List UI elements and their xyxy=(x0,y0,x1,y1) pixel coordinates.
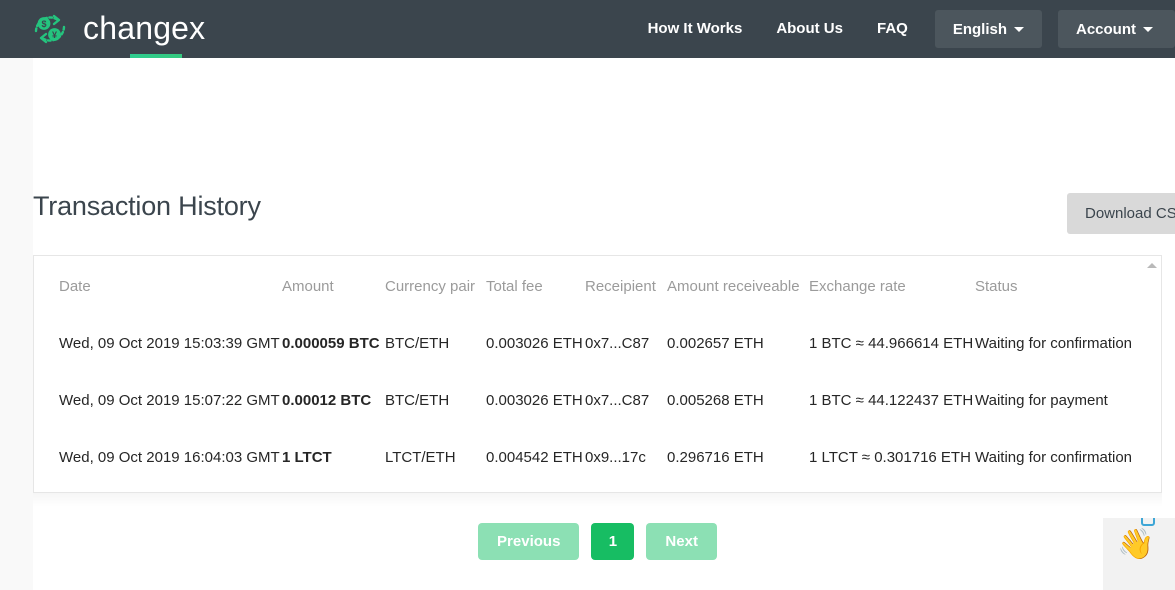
pagination-previous-button[interactable]: Previous xyxy=(478,523,580,560)
chevron-up-icon[interactable] xyxy=(1146,259,1158,271)
page-title: Transaction History xyxy=(33,191,261,221)
cell-date: Wed, 09 Oct 2019 16:04:03 GMT xyxy=(59,449,280,466)
account-menu-label: Account xyxy=(1076,20,1136,38)
cell-amount: 1 LTCT xyxy=(282,449,332,466)
table-row[interactable]: Wed, 09 Oct 2019 15:03:39 GMT 0.000059 B… xyxy=(34,315,1161,372)
nav-link-faq[interactable]: FAQ xyxy=(860,0,925,58)
chat-widget-launcher[interactable]: 👋 xyxy=(1103,518,1175,590)
cell-exchange-rate: 1 LTCT ≈ 0.301716 ETH xyxy=(809,449,971,466)
currency-exchange-circular-arrows-icon: $ ¥ xyxy=(28,7,72,51)
cell-status: Waiting for confirmation xyxy=(975,449,1133,466)
nav-links-group: How It Works About Us FAQ English Accoun… xyxy=(631,0,1175,58)
table-body: Wed, 09 Oct 2019 15:03:39 GMT 0.000059 B… xyxy=(34,315,1161,486)
column-header-currency-pair[interactable]: Currency pair xyxy=(385,256,486,315)
page-left-gutter xyxy=(0,58,33,590)
cell-total-fee: 0.004542 ETH xyxy=(486,449,583,466)
pagination-page-1-button[interactable]: 1 xyxy=(591,523,635,560)
cell-recipient: 0x9...17c xyxy=(585,449,646,466)
cell-currency-pair: BTC/ETH xyxy=(385,392,450,409)
cell-amount: 0.00012 BTC xyxy=(282,392,372,409)
cell-exchange-rate: 1 BTC ≈ 44.966614 ETH xyxy=(809,335,974,352)
table-header: Date Amount Currency pair Total fee Rece… xyxy=(34,256,1161,315)
cell-recipient: 0x7...C87 xyxy=(585,392,650,409)
cell-currency-pair: BTC/ETH xyxy=(385,335,450,352)
cell-currency-pair: LTCT/ETH xyxy=(385,449,456,466)
chevron-down-icon xyxy=(1143,26,1153,32)
card-bottom-shadow xyxy=(33,493,1162,507)
cell-status: Waiting for payment xyxy=(975,392,1108,409)
header-accent-bar xyxy=(130,54,182,58)
cell-status: Waiting for confirmation xyxy=(975,335,1133,352)
cell-amount: 0.000059 BTC xyxy=(282,335,380,352)
pagination: Previous 1 Next xyxy=(33,523,1162,560)
pagination-next-button[interactable]: Next xyxy=(646,523,717,560)
cell-amount-receivable: 0.005268 ETH xyxy=(667,392,764,409)
brand-logo[interactable]: $ ¥ changex xyxy=(28,7,205,51)
cell-date: Wed, 09 Oct 2019 15:03:39 GMT xyxy=(59,335,280,352)
cell-amount-receivable: 0.002657 ETH xyxy=(667,335,764,352)
table-row[interactable]: Wed, 09 Oct 2019 16:04:03 GMT 1 LTCT LTC… xyxy=(34,429,1161,486)
language-selector-label: English xyxy=(952,20,1007,38)
account-menu-button[interactable]: Account xyxy=(1058,10,1175,48)
chevron-down-icon xyxy=(1014,26,1024,32)
cell-exchange-rate: 1 BTC ≈ 44.122437 ETH xyxy=(809,392,974,409)
page-header-row: Transaction History Download CSV xyxy=(33,191,1175,247)
column-header-recipient[interactable]: Receipient xyxy=(585,256,667,315)
column-header-amount[interactable]: Amount xyxy=(282,256,385,315)
chat-bubble-icon xyxy=(1141,518,1155,526)
cell-total-fee: 0.003026 ETH xyxy=(486,335,583,352)
column-header-amount-receivable[interactable]: Amount receiveable xyxy=(667,256,809,315)
svg-text:¥: ¥ xyxy=(52,30,57,40)
download-csv-button[interactable]: Download CSV xyxy=(1067,193,1175,234)
table-header-row: Date Amount Currency pair Total fee Rece… xyxy=(34,256,1161,315)
cell-amount-receivable: 0.296716 ETH xyxy=(667,449,764,466)
page-content: Transaction History Download CSV Date Am… xyxy=(0,58,1175,590)
top-navigation-bar: $ ¥ changex How It Works About Us FAQ En… xyxy=(0,0,1175,58)
svg-text:$: $ xyxy=(41,19,46,29)
nav-link-how-it-works[interactable]: How It Works xyxy=(631,0,760,58)
nav-link-about-us[interactable]: About Us xyxy=(759,0,860,58)
column-header-status[interactable]: Status xyxy=(975,256,1161,315)
cell-total-fee: 0.003026 ETH xyxy=(486,392,583,409)
column-header-exchange-rate[interactable]: Exchange rate xyxy=(809,256,975,315)
waving-hand-icon: 👋 xyxy=(1117,528,1155,561)
cell-date: Wed, 09 Oct 2019 15:07:22 GMT xyxy=(59,392,280,409)
language-selector-button[interactable]: English xyxy=(934,10,1042,48)
transaction-history-table: Date Amount Currency pair Total fee Rece… xyxy=(34,256,1161,486)
column-header-total-fee[interactable]: Total fee xyxy=(486,256,585,315)
transaction-history-card: Date Amount Currency pair Total fee Rece… xyxy=(33,255,1162,493)
cell-recipient: 0x7...C87 xyxy=(585,335,650,352)
column-header-date[interactable]: Date xyxy=(34,256,282,315)
table-row[interactable]: Wed, 09 Oct 2019 15:07:22 GMT 0.00012 BT… xyxy=(34,372,1161,429)
brand-name: changex xyxy=(83,9,206,46)
